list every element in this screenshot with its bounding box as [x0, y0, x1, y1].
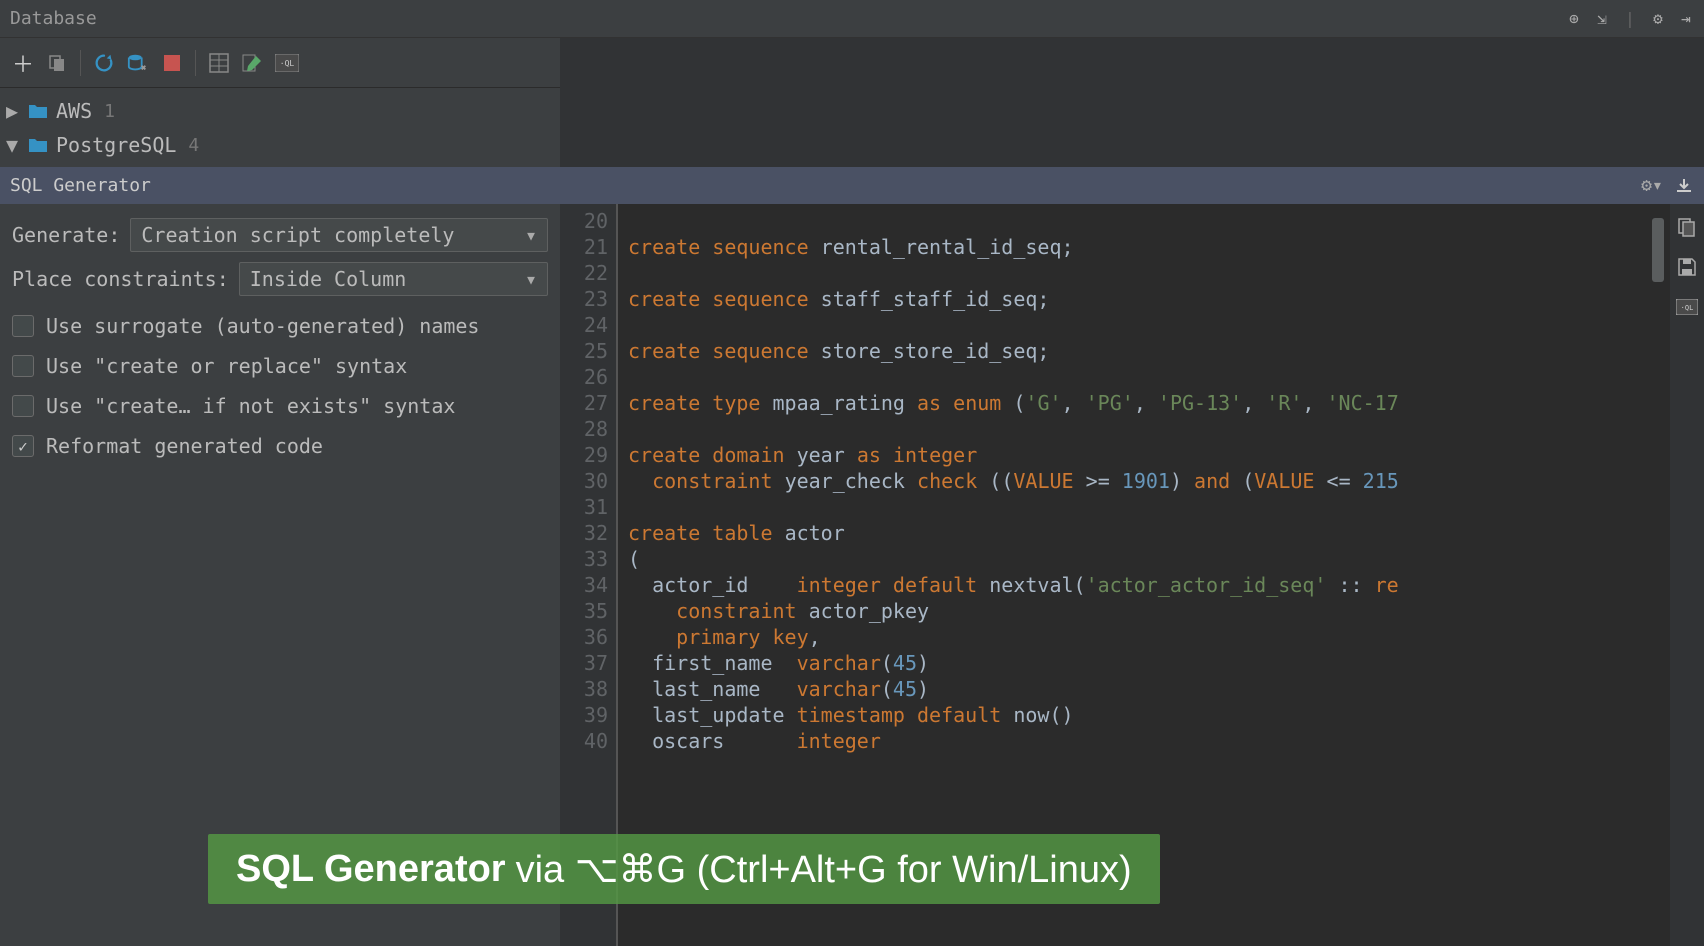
- folder-icon: [28, 103, 48, 119]
- tree-item-count: 4: [188, 135, 199, 156]
- checkbox-label: Use "create or replace" syntax: [46, 354, 407, 378]
- checkbox[interactable]: [12, 435, 34, 457]
- save-icon[interactable]: [1676, 256, 1698, 278]
- duplicate-icon[interactable]: [44, 50, 70, 76]
- add-icon[interactable]: ＋: [10, 50, 36, 76]
- chevron-down-icon: ▾: [525, 267, 537, 291]
- hide-icon[interactable]: ⇥: [1676, 9, 1696, 29]
- divider-icon: |: [1620, 9, 1640, 29]
- svg-text:·QL: ·QL: [280, 59, 295, 68]
- tree-item-count: 1: [104, 101, 115, 122]
- constraints-label: Place constraints:: [12, 267, 229, 291]
- tree-item-label: PostgreSQL: [56, 133, 176, 157]
- generate-label: Generate:: [12, 223, 120, 247]
- sql-generator-title: SQL Generator: [10, 175, 151, 196]
- checkbox[interactable]: [12, 315, 34, 337]
- option-surrogate-names[interactable]: Use surrogate (auto-generated) names: [12, 306, 548, 346]
- chevron-down-icon[interactable]: ▼: [6, 133, 20, 157]
- database-tree[interactable]: ▶ AWS 1 ▼ PostgreSQL 4: [0, 88, 560, 168]
- folder-icon: [28, 137, 48, 153]
- checkbox-label: Use surrogate (auto-generated) names: [46, 314, 479, 338]
- checkbox[interactable]: [12, 395, 34, 417]
- svg-text:·QL: ·QL: [1681, 304, 1694, 312]
- sql-console-icon[interactable]: ·QL: [274, 50, 300, 76]
- constraints-select-value: Inside Column: [250, 267, 407, 291]
- generate-select[interactable]: Creation script completely ▾: [130, 218, 548, 252]
- copy-icon[interactable]: [1676, 216, 1698, 238]
- zoom-icon[interactable]: ⊕: [1564, 9, 1584, 29]
- datasource-props-icon[interactable]: [125, 50, 151, 76]
- generate-select-value: Creation script completely: [141, 223, 454, 247]
- sql-generator-header: SQL Generator ⚙▾: [0, 167, 1704, 204]
- option-if-not-exists[interactable]: Use "create… if not exists" syntax: [12, 386, 548, 426]
- tip-title: SQL Generator: [236, 848, 506, 891]
- scrollbar-thumb[interactable]: [1652, 218, 1664, 282]
- constraints-select[interactable]: Inside Column ▾: [239, 262, 548, 296]
- checkbox-label: Use "create… if not exists" syntax: [46, 394, 455, 418]
- tree-item-postgresql[interactable]: ▼ PostgreSQL 4: [6, 128, 554, 162]
- checkbox[interactable]: [12, 355, 34, 377]
- tree-item-label: AWS: [56, 99, 92, 123]
- tip-text: via ⌥⌘G (Ctrl+Alt+G for Win/Linux): [516, 847, 1132, 892]
- refresh-icon[interactable]: [91, 50, 117, 76]
- edit-data-icon[interactable]: [240, 50, 266, 76]
- stop-icon[interactable]: [159, 50, 185, 76]
- export-icon[interactable]: [1674, 176, 1694, 196]
- option-reformat-code[interactable]: Reformat generated code: [12, 426, 548, 466]
- sql-console-icon[interactable]: ·QL: [1676, 296, 1698, 318]
- separator: [195, 50, 196, 76]
- shortcut-tip-banner: SQL Generator via ⌥⌘G (Ctrl+Alt+G for Wi…: [208, 834, 1160, 904]
- table-icon[interactable]: [206, 50, 232, 76]
- chevron-down-icon: ▾: [525, 223, 537, 247]
- chevron-right-icon[interactable]: ▶: [6, 99, 20, 123]
- gear-icon[interactable]: ⚙▾: [1642, 176, 1662, 196]
- database-toolbar: ＋ ·QL: [0, 38, 560, 88]
- checkbox-label: Reformat generated code: [46, 434, 323, 458]
- separator: [80, 50, 81, 76]
- collapse-icon[interactable]: ⇲: [1592, 9, 1612, 29]
- tree-item-aws[interactable]: ▶ AWS 1: [6, 94, 554, 128]
- gear-icon[interactable]: ⚙: [1648, 9, 1668, 29]
- database-panel-title: Database: [0, 0, 1564, 37]
- option-create-or-replace[interactable]: Use "create or replace" syntax: [12, 346, 548, 386]
